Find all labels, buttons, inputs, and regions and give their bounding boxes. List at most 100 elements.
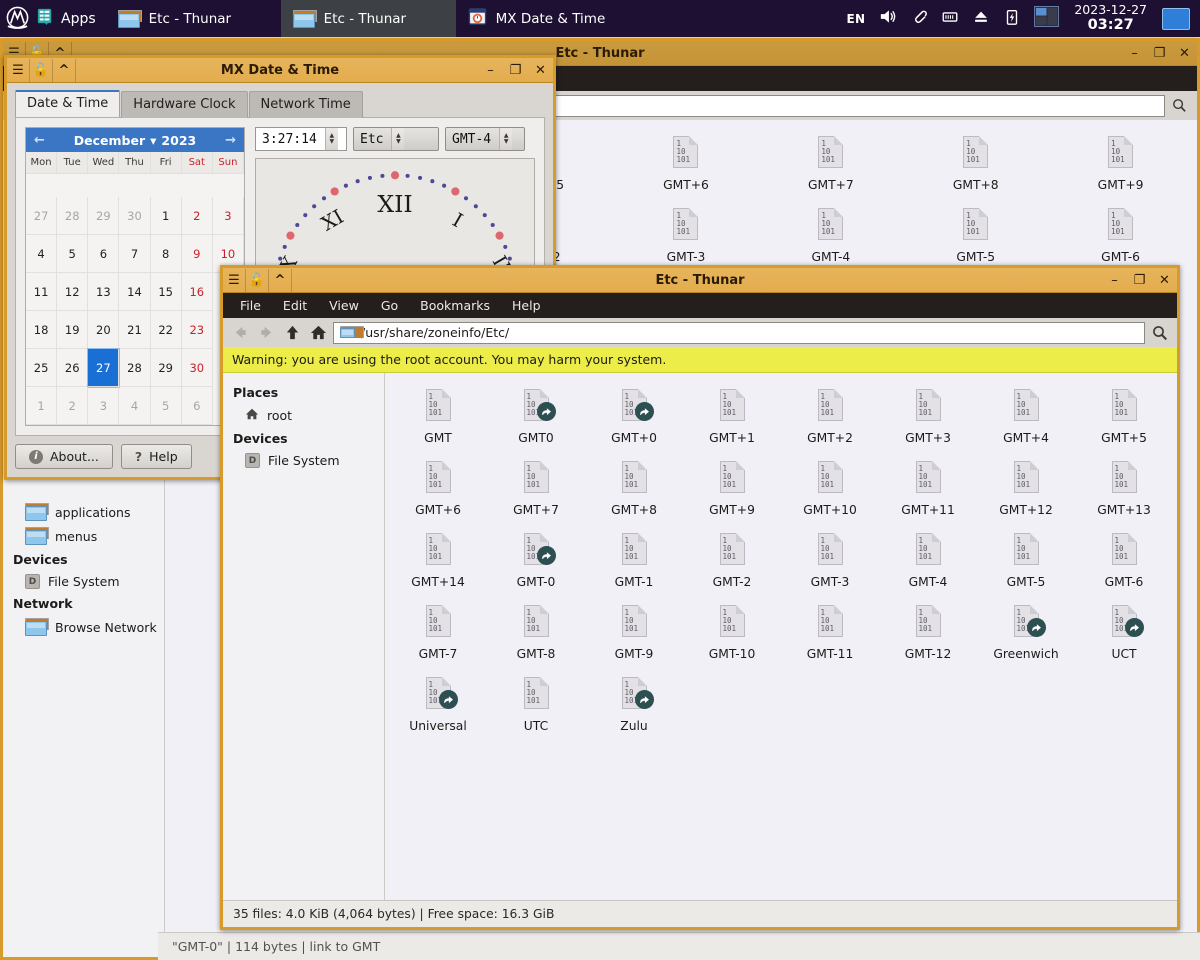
maximize-button[interactable]: ❐ xyxy=(503,59,528,82)
close-button[interactable]: ✕ xyxy=(528,59,553,82)
calendar-widget[interactable]: ← December ▾ 2023 → MonTueWedThuFriSatSu… xyxy=(25,127,245,426)
tab-hardware-clock[interactable]: Hardware Clock xyxy=(121,91,247,118)
timezone-zone-select[interactable]: GMT-4 ▲▼ xyxy=(445,127,525,151)
tab-date-time[interactable]: Date & Time xyxy=(15,90,120,117)
calendar-day[interactable]: 25 xyxy=(26,349,57,387)
taskbar-task-1[interactable]: Etc - Thunar xyxy=(281,0,456,37)
timezone-area-spinner[interactable]: ▲▼ xyxy=(391,128,404,150)
file-item[interactable]: 110101GMT-1 xyxy=(585,527,683,599)
file-item[interactable]: 110101GMT+9 xyxy=(1048,130,1193,202)
calendar-day[interactable]: 21 xyxy=(119,311,150,349)
file-item[interactable]: 110101GMT+12 xyxy=(977,455,1075,527)
calendar-day[interactable]: 29 xyxy=(151,349,182,387)
file-item[interactable]: 110101GMT xyxy=(389,383,487,455)
calendar-day[interactable]: 8 xyxy=(151,235,182,273)
calendar-day[interactable]: 22 xyxy=(151,311,182,349)
keyboard-layout-indicator[interactable]: EN xyxy=(847,12,866,26)
file-item[interactable]: 110101GMT-12 xyxy=(879,599,977,671)
file-item[interactable]: 110101GMT-8 xyxy=(487,599,585,671)
menu-bookmarks[interactable]: Bookmarks xyxy=(411,295,499,316)
menu-edit[interactable]: Edit xyxy=(274,295,316,316)
file-item[interactable]: 110101Zulu xyxy=(585,671,683,743)
shade-icon[interactable]: ^ xyxy=(53,59,76,82)
arrow-right-icon[interactable] xyxy=(255,321,278,344)
file-item[interactable]: 110101GMT+11 xyxy=(879,455,977,527)
sidebar-item-browse-network[interactable]: Browse Network xyxy=(3,615,164,639)
menu-help[interactable]: Help xyxy=(503,295,550,316)
file-item[interactable]: 110101GMT+3 xyxy=(879,383,977,455)
file-item[interactable]: 110101GMT+10 xyxy=(781,455,879,527)
file-item[interactable]: 110101GMT+1 xyxy=(683,383,781,455)
calendar-day[interactable]: 28 xyxy=(57,197,88,235)
calendar-day[interactable]: 30 xyxy=(182,349,213,387)
sidebar-item-file-system[interactable]: D File System xyxy=(223,450,384,471)
arrow-left-icon[interactable] xyxy=(229,321,252,344)
file-item[interactable]: 110101GMT+0 xyxy=(585,383,683,455)
system-tray[interactable]: EN xyxy=(847,0,1200,37)
file-item[interactable]: 110101Universal xyxy=(389,671,487,743)
calendar-header[interactable]: ← December ▾ 2023 → xyxy=(26,128,244,152)
taskbar-task-0[interactable]: Etc - Thunar xyxy=(106,0,281,37)
file-item[interactable]: 110101Greenwich xyxy=(977,599,1075,671)
menu-icon[interactable]: ☰ xyxy=(7,59,30,82)
calendar-day[interactable]: 16 xyxy=(182,273,213,311)
time-input[interactable]: 3:27:14 ▲▼ xyxy=(255,127,347,151)
file-item[interactable]: 110101GMT+6 xyxy=(389,455,487,527)
file-item[interactable]: 110101GMT+7 xyxy=(758,130,903,202)
titlebar-thunar-front[interactable]: ☰ 🔓 ^ Etc - Thunar – ❐ ✕ xyxy=(223,268,1177,293)
file-item[interactable]: 110101UCT xyxy=(1075,599,1173,671)
time-spinner[interactable]: ▲▼ xyxy=(325,128,338,150)
calendar-day[interactable]: 3 xyxy=(213,197,244,235)
arrow-up-icon[interactable] xyxy=(281,321,304,344)
calendar-day[interactable]: 5 xyxy=(151,387,182,425)
file-item[interactable]: 110101GMT+9 xyxy=(683,455,781,527)
calendar-day[interactable]: 20 xyxy=(88,311,119,349)
lock-icon[interactable]: 🔓 xyxy=(30,59,53,82)
file-view-front[interactable]: 110101GMT110101GMT0110101GMT+0110101GMT+… xyxy=(385,373,1177,900)
clock-applet[interactable]: 2023-12-27 03:27 xyxy=(1072,3,1149,33)
calendar-day[interactable]: 1 xyxy=(26,387,57,425)
calendar-day[interactable]: 18 xyxy=(26,311,57,349)
calendar-day[interactable]: 3 xyxy=(88,387,119,425)
calendar-day[interactable]: 27 xyxy=(88,349,119,387)
next-month-button[interactable]: → xyxy=(225,133,236,148)
file-item[interactable]: 110101GMT+6 xyxy=(614,130,759,202)
calendar-grid[interactable]: MonTueWedThuFriSatSun2728293012345678910… xyxy=(26,152,244,425)
tab-bar[interactable]: Date & TimeHardware ClockNetwork Time xyxy=(15,89,545,117)
file-item[interactable]: 110101GMT+8 xyxy=(585,455,683,527)
calendar-day[interactable]: 19 xyxy=(57,311,88,349)
taskbar[interactable]: Apps Etc - ThunarEtc - ThunarMX Date & T… xyxy=(0,0,1200,37)
sidebar-item-file-system[interactable]: D File System xyxy=(3,571,164,592)
menubar-front[interactable]: FileEditViewGoBookmarksHelp xyxy=(223,293,1177,318)
titlebar-mx-datetime[interactable]: ☰ 🔓 ^ MX Date & Time – ❐ ✕ xyxy=(7,58,553,83)
file-item[interactable]: 110101GMT+4 xyxy=(977,383,1075,455)
taskbar-task-2[interactable]: MX Date & Time xyxy=(456,0,631,37)
minimize-button[interactable]: – xyxy=(1102,269,1127,292)
calendar-day[interactable]: 7 xyxy=(119,235,150,273)
calendar-day[interactable]: 9 xyxy=(182,235,213,273)
help-button[interactable]: ? Help xyxy=(121,444,192,469)
calendar-day[interactable]: 14 xyxy=(119,273,150,311)
close-button[interactable]: ✕ xyxy=(1152,269,1177,292)
menu-icon[interactable]: ☰ xyxy=(223,269,246,292)
file-item[interactable]: 110101GMT+5 xyxy=(1075,383,1173,455)
calendar-day[interactable]: 5 xyxy=(57,235,88,273)
file-item[interactable]: 110101GMT-2 xyxy=(683,527,781,599)
tab-network-time[interactable]: Network Time xyxy=(249,91,363,118)
workspace-switcher-icon[interactable] xyxy=(1034,6,1059,31)
calendar-year[interactable]: 2023 xyxy=(161,133,196,148)
minimize-button[interactable]: – xyxy=(1122,42,1147,65)
menu-file[interactable]: File xyxy=(231,295,270,316)
menu-view[interactable]: View xyxy=(320,295,368,316)
apps-menu-button[interactable]: Apps xyxy=(32,0,106,37)
maximize-button[interactable]: ❐ xyxy=(1147,42,1172,65)
chevron-down-icon[interactable]: ▾ xyxy=(150,133,156,148)
sidebar-item-applications[interactable]: applications xyxy=(3,500,164,524)
file-item[interactable]: 110101GMT-0 xyxy=(487,527,585,599)
menu-go[interactable]: Go xyxy=(372,295,407,316)
mx-logo-icon[interactable] xyxy=(2,4,32,34)
calendar-day[interactable]: 12 xyxy=(57,273,88,311)
calendar-day[interactable]: 13 xyxy=(88,273,119,311)
calendar-day[interactable]: 23 xyxy=(182,311,213,349)
calendar-day[interactable]: 4 xyxy=(119,387,150,425)
